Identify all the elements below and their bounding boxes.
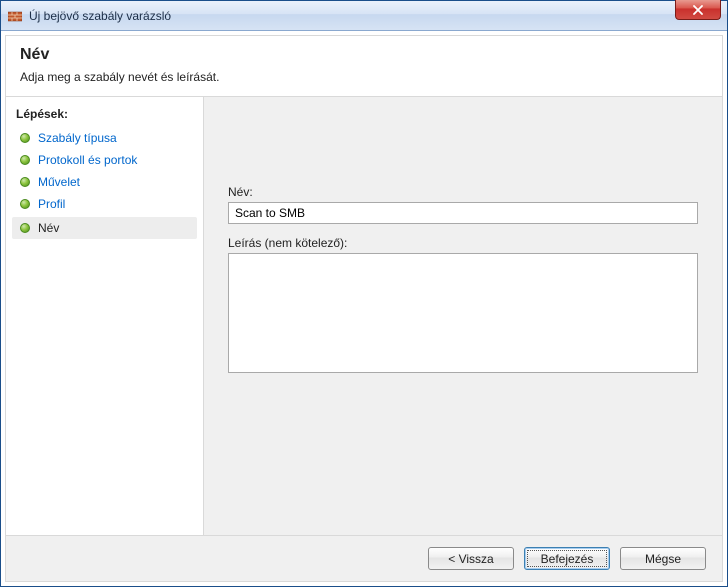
close-button[interactable]	[675, 0, 721, 20]
description-input[interactable]	[228, 253, 698, 373]
step-bullet-icon	[20, 199, 30, 209]
client-area: Név Adja meg a szabály nevét és leírását…	[5, 35, 723, 582]
page-subtitle: Adja meg a szabály nevét és leírását.	[20, 70, 708, 84]
wizard-window: Új bejövő szabály varázsló Név Adja meg …	[0, 0, 728, 587]
desc-label: Leírás (nem kötelező):	[228, 236, 698, 250]
back-button[interactable]: < Vissza	[428, 547, 514, 570]
main-panel: Név: Leírás (nem kötelező):	[204, 97, 722, 535]
finish-button[interactable]: Befejezés	[524, 547, 610, 570]
step-nev[interactable]: Név	[12, 217, 197, 239]
step-label: Szabály típusa	[38, 131, 117, 145]
step-label: Protokoll és portok	[38, 153, 137, 167]
step-label: Név	[38, 221, 59, 235]
name-field-row: Név:	[228, 185, 698, 224]
step-label: Profil	[38, 197, 65, 211]
step-profil[interactable]: Profil	[6, 193, 203, 215]
steps-sidebar: Lépések: Szabály típusa Protokoll és por…	[6, 97, 204, 535]
desc-field-row: Leírás (nem kötelező):	[228, 236, 698, 376]
wizard-body: Lépések: Szabály típusa Protokoll és por…	[6, 97, 722, 535]
page-title: Név	[20, 46, 708, 64]
step-bullet-icon	[20, 133, 30, 143]
steps-heading: Lépések:	[6, 105, 203, 127]
step-szabaly-tipusa[interactable]: Szabály típusa	[6, 127, 203, 149]
step-label: Művelet	[38, 175, 80, 189]
step-bullet-icon	[20, 223, 30, 233]
close-icon	[692, 5, 704, 15]
button-bar: < Vissza Befejezés Mégse	[6, 535, 722, 581]
firewall-icon	[7, 8, 23, 24]
cancel-button[interactable]: Mégse	[620, 547, 706, 570]
wizard-header: Név Adja meg a szabály nevét és leírását…	[6, 36, 722, 97]
step-protokoll-es-portok[interactable]: Protokoll és portok	[6, 149, 203, 171]
step-bullet-icon	[20, 155, 30, 165]
name-label: Név:	[228, 185, 698, 199]
step-muvelet[interactable]: Művelet	[6, 171, 203, 193]
titlebar: Új bejövő szabály varázsló	[1, 1, 727, 31]
window-title: Új bejövő szabály varázsló	[29, 9, 171, 23]
step-bullet-icon	[20, 177, 30, 187]
name-input[interactable]	[228, 202, 698, 224]
